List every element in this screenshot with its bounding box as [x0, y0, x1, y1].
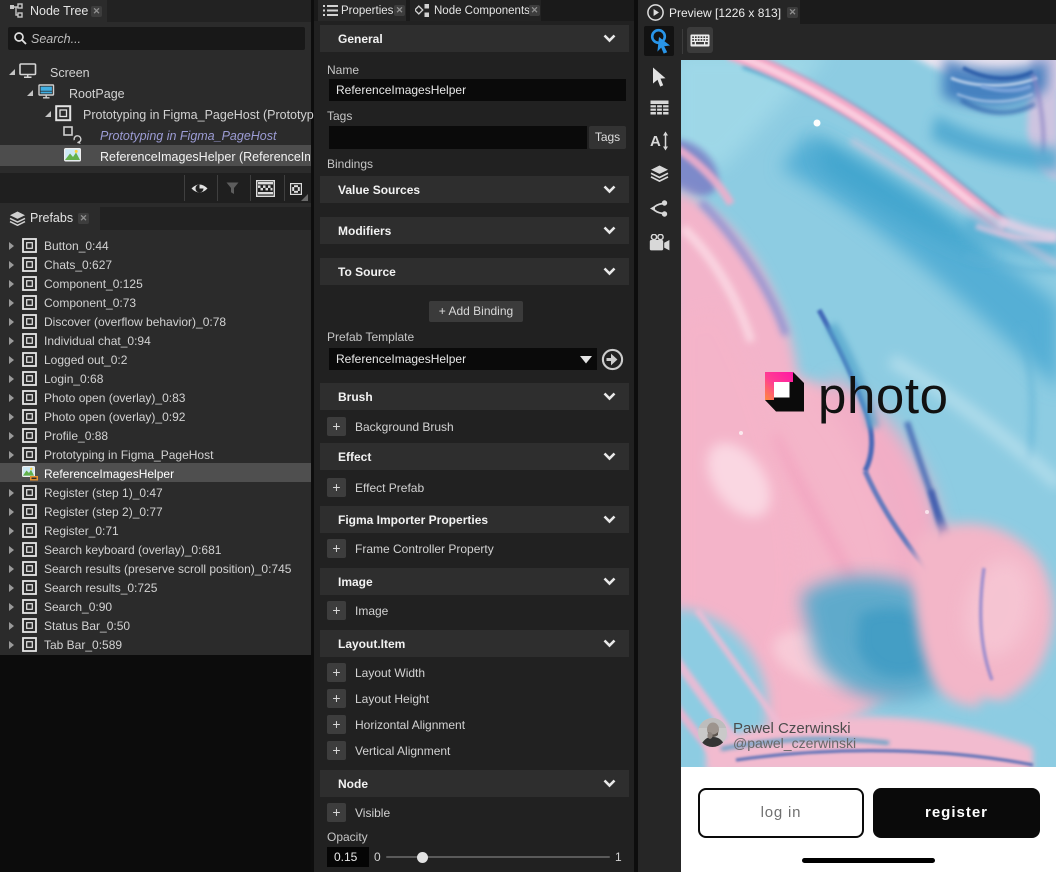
svg-text:A: A: [650, 133, 661, 150]
